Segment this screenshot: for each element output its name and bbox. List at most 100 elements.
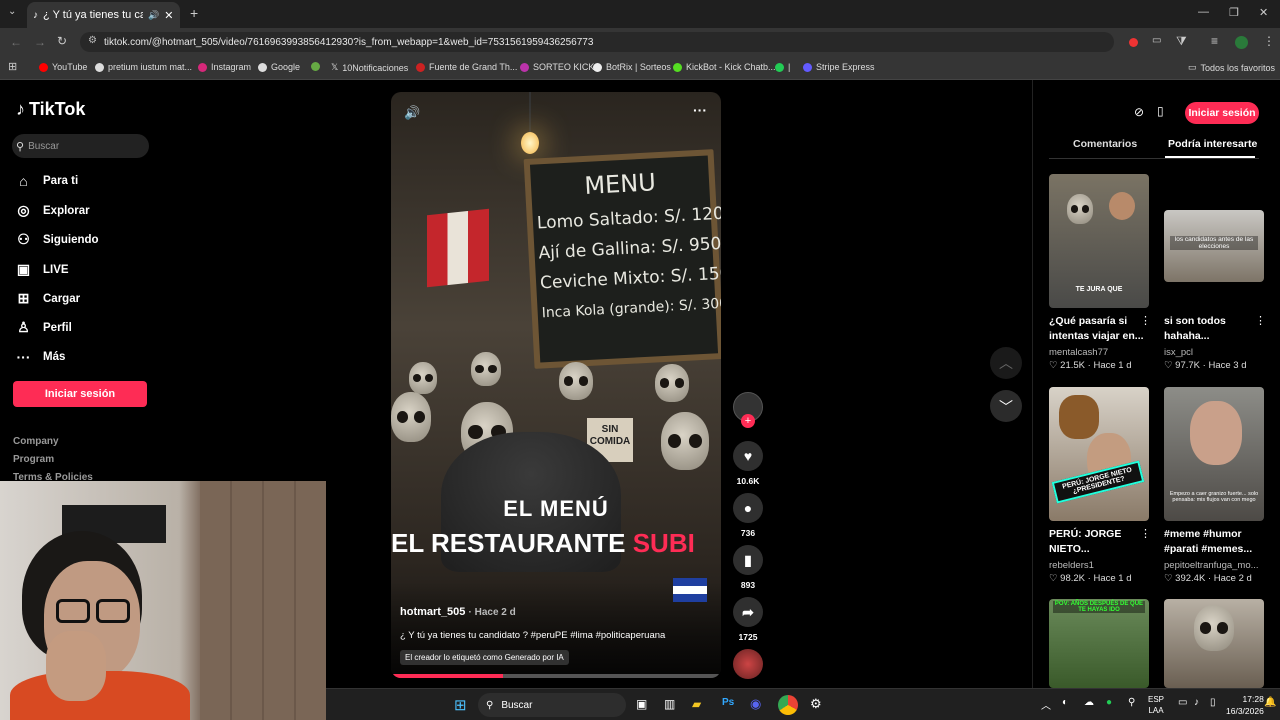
volume-icon[interactable]: 🔊 [404,105,420,121]
steam-icon[interactable]: ⚙ [810,696,822,712]
windows-start-icon[interactable]: ⊞ [454,696,467,714]
menu-kebab-icon[interactable]: ⋮ [1263,34,1275,48]
forward-icon[interactable]: → [34,35,46,49]
clock[interactable]: 17:28 16/3/2026 [1226,693,1264,717]
nav-para-ti[interactable]: ⌂ Para ti [16,173,78,189]
card-title[interactable]: si son todos hahaha... [1164,314,1226,344]
save-button[interactable]: ▮ 893 [733,545,763,590]
coins-icon[interactable]: ⊘ [1134,105,1144,119]
tray-app-icon[interactable]: ◐ [1062,697,1068,708]
card-title[interactable]: ¿Qué pasaría si intentas viajar en... [1049,314,1144,344]
follow-plus-icon[interactable]: + [741,414,755,428]
bookmark-kickbot[interactable]: KickBot - Kick Chatb... [673,62,776,72]
bookmark-10notificaciones[interactable]: 𝕏 10Notificaciones [331,62,408,73]
card-title[interactable]: #meme #humor #parati #memes... [1164,527,1252,557]
recommended-video-thumbnail[interactable]: TE JURA QUE [1049,174,1149,308]
video-author[interactable]: hotmart_505 · Hace 2 d [400,606,516,618]
speaker-icon[interactable]: ♪ [1194,697,1199,708]
apps-grid-icon[interactable]: ⊞ [8,60,17,73]
recommended-video-thumbnail[interactable] [1164,599,1264,688]
card-more-icon[interactable]: ⋮ [1140,314,1151,327]
profile-avatar[interactable] [1235,36,1248,49]
search-input[interactable]: ⚲ Buscar [12,134,149,158]
video-description[interactable]: ¿ Y tú ya tienes tu candidato ? #peruPE … [400,630,665,641]
nav-cargar[interactable]: ⊞ Cargar [16,290,80,307]
nav-explorar[interactable]: ◎ Explorar [16,202,89,219]
bookmark-pinwheel[interactable] [311,62,320,71]
next-video-button[interactable]: ﹀ [990,390,1022,422]
card-author[interactable]: mentalcash77 [1049,347,1108,358]
footer-program[interactable]: Program [13,454,54,465]
music-disc[interactable] [733,649,763,679]
card-author[interactable]: rebelders1 [1049,560,1094,571]
browser-tab[interactable]: ♪ ¿ Y tú ya tienes tu candidato 🔊 ✕ [27,2,180,28]
tab-close-icon[interactable]: ✕ [164,9,173,22]
share-button[interactable]: ➦ 1725 [733,597,763,642]
login-button[interactable]: Iniciar sesión [13,381,147,407]
username[interactable]: hotmart_505 [400,606,465,618]
comment-button[interactable]: ● 736 [733,493,763,538]
extension-red-icon[interactable] [1129,38,1138,47]
tab-search-icon[interactable]: ⌄ [8,6,16,17]
notification-bell-icon[interactable]: 🔔 [1264,697,1276,708]
prev-video-button[interactable]: ︿ [990,347,1022,379]
footer-company[interactable]: Company [13,436,59,447]
tray-mic-icon[interactable]: ⚲ [1128,697,1135,708]
chrome-icon[interactable] [778,695,798,715]
card-more-icon[interactable]: ⋮ [1140,527,1151,540]
extensions-puzzle-icon[interactable]: ⧩ [1176,34,1187,49]
bookmark-instagram[interactable]: Instagram [198,62,251,72]
like-button[interactable]: ♥ 10.6K [733,441,763,486]
all-favorites[interactable]: ▭ Todos los favoritos [1188,62,1275,73]
app-icon[interactable]: ▥ [664,697,675,711]
card-title[interactable]: PERÚ: JORGE NIETO... [1049,527,1121,557]
site-info-icon[interactable]: ⚙ [88,35,97,46]
nav-perfil[interactable]: ♙ Perfil [16,319,72,336]
progress-track[interactable] [391,674,721,678]
new-tab-icon[interactable]: + [190,5,198,21]
network-icon[interactable]: ▭ [1178,697,1187,708]
tray-cloud-icon[interactable]: ☁ [1084,697,1094,708]
battery-icon[interactable]: ▯ [1210,697,1216,708]
tray-whatsapp-icon[interactable]: ● [1106,697,1112,708]
bookmark-whatsapp[interactable]: | [775,62,790,72]
bookmark-fuente[interactable]: Fuente de Grand Th... [416,62,517,72]
recommended-video-thumbnail[interactable]: PERÚ: JORGE NIETO ¿PRESIDENTE? [1049,387,1149,521]
more-options-icon[interactable]: ··· [693,102,707,118]
card-author[interactable]: pepitoeltranfuga_mo... [1164,560,1259,571]
device-icon[interactable]: ▯ [1157,104,1164,118]
language-indicator[interactable]: ESP LAA [1148,694,1164,716]
bookmark-google[interactable]: Google [258,62,300,72]
tray-chevron-icon[interactable]: ︿ [1041,697,1051,712]
bookmark-youtube[interactable]: YouTube [39,62,87,72]
extension-icon[interactable]: ▭ [1152,35,1161,46]
back-icon[interactable]: ← [10,35,22,49]
reading-list-icon[interactable]: ≡ [1211,34,1218,48]
recommended-video-thumbnail[interactable]: los candidatos antes de las elecciones [1164,210,1264,282]
recommended-video-thumbnail[interactable]: Empezo a caer granizo fuerte... solo pen… [1164,387,1264,521]
file-explorer-icon[interactable]: ▰ [692,697,701,711]
close-window-icon[interactable]: ✕ [1259,6,1268,19]
photoshop-icon[interactable]: Ps [722,697,734,708]
bookmark-stripe[interactable]: Stripe Express [803,62,875,72]
card-more-icon[interactable]: ⋮ [1255,314,1266,327]
minimize-icon[interactable]: — [1198,6,1209,18]
card-author[interactable]: isx_pcl [1164,347,1193,358]
address-bar[interactable]: ⚙ tiktok.com/@hotmart_505/video/76169639… [80,32,1114,52]
task-view-icon[interactable]: ▣ [636,697,647,711]
tab-podria-interesarte[interactable]: Podría interesarte [1168,138,1257,150]
recommended-video-thumbnail[interactable]: POV: AÑOS DESPUÉS DE QUE TE HAYAS IDO [1049,599,1149,688]
tab-audio-icon[interactable]: 🔊 [148,10,159,21]
header-login-button[interactable]: Iniciar sesión [1185,102,1259,124]
video-player[interactable]: MENU Lomo Saltado: S/. 1200 Ají de Galli… [391,92,721,678]
bookmark-sorteo-kick[interactable]: SORTEO KICK [520,62,594,72]
tiktok-logo[interactable]: ♪ TikTok [16,99,85,120]
tab-comentarios[interactable]: Comentarios [1073,138,1137,150]
maximize-icon[interactable]: ❐ [1229,6,1239,19]
bookmark-pretium[interactable]: pretium iustum mat... [95,62,192,72]
reload-icon[interactable]: ↻ [57,34,67,48]
nav-live[interactable]: ▣ LIVE [16,261,69,278]
bookmark-botrix[interactable]: BotRix | Sorteos [593,62,671,72]
nav-siguiendo[interactable]: ⚇ Siguiendo [16,231,98,248]
discord-icon[interactable]: ◉ [750,696,761,712]
